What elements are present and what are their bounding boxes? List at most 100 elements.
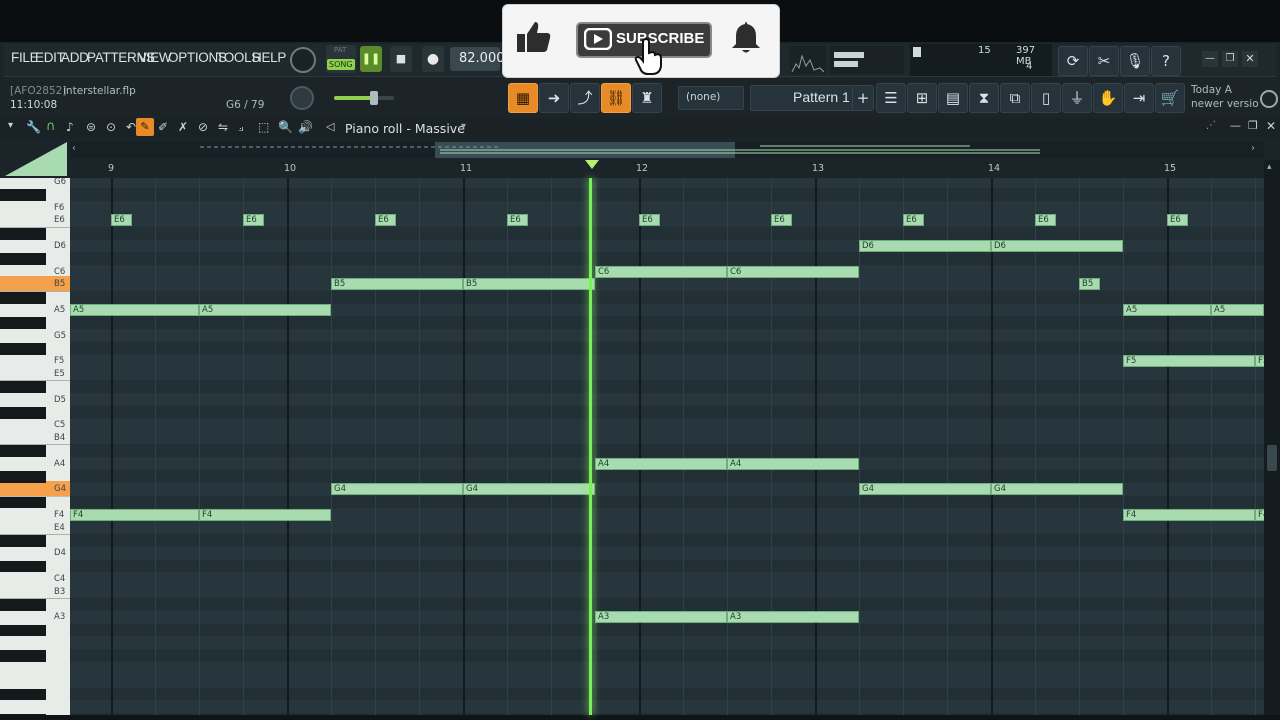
note-f5[interactable]: F5	[1123, 355, 1255, 368]
ruler-right-arrow-icon[interactable]: ›	[1251, 143, 1255, 154]
slip-tool-icon[interactable]: ⇋	[218, 120, 228, 134]
step-sequencer-icon[interactable]: ⊞	[907, 83, 937, 113]
note-e6[interactable]: E6	[903, 214, 925, 227]
stamp-icon[interactable]: ♜	[632, 83, 662, 113]
note-f4[interactable]: F4	[199, 508, 331, 521]
mute-tool-icon[interactable]: ⊘	[198, 120, 208, 134]
stop-button[interactable]: ■	[390, 46, 412, 72]
note-c6[interactable]: C6	[595, 265, 727, 278]
note-f4[interactable]: F4	[1255, 508, 1264, 521]
master-volume-knob[interactable]	[290, 47, 316, 73]
black-key[interactable]	[0, 560, 46, 573]
select-tool-icon[interactable]: ⬚	[258, 120, 269, 134]
note-e6[interactable]: E6	[243, 214, 265, 227]
scissors-icon[interactable]: ✂	[1089, 46, 1119, 76]
record-button[interactable]: ●	[422, 46, 444, 72]
menu-add[interactable]: ADD	[61, 50, 89, 65]
black-key[interactable]	[0, 407, 46, 419]
refresh-icon[interactable]: ⟳	[1058, 46, 1088, 76]
black-key[interactable]	[0, 714, 46, 715]
black-key[interactable]	[0, 381, 46, 394]
black-key[interactable]	[0, 650, 46, 662]
note-e6[interactable]: E6	[771, 214, 793, 227]
note-g4[interactable]: G4	[859, 483, 991, 496]
note-e6[interactable]: E6	[375, 214, 397, 227]
master-pitch-slider[interactable]	[334, 91, 394, 105]
black-key[interactable]	[0, 445, 46, 458]
minimize-button[interactable]: —	[1202, 51, 1218, 67]
undo-icon[interactable]: ↶	[126, 120, 136, 134]
piano-keyboard[interactable]: G6 F6 E6 D6 C6 B5 A5 G5 F5 E5 D5 C5 B4 A4 G4 F4 E4 D4 C4 B3…	[0, 178, 70, 715]
note-g4[interactable]: G4	[463, 483, 595, 496]
note-b5[interactable]: B5	[463, 278, 595, 291]
note-e6[interactable]: E6	[111, 214, 133, 227]
magnet-icon[interactable]: ∩	[46, 119, 56, 134]
note-a5[interactable]: A5	[70, 304, 199, 316]
vertical-scrollbar[interactable]: ▴	[1264, 160, 1280, 715]
note-f4[interactable]: F4	[70, 508, 199, 521]
playlist-icon[interactable]: ☰	[876, 83, 906, 113]
black-key[interactable]	[0, 291, 46, 304]
zoom-icon[interactable]: 🔍	[278, 120, 293, 134]
note-d6[interactable]: D6	[859, 240, 991, 252]
file-icon[interactable]: ▯	[1031, 83, 1061, 113]
black-key[interactable]	[0, 253, 46, 266]
news-arrow-icon[interactable]	[1260, 90, 1278, 108]
pattern-selector[interactable]: Pattern 1	[750, 85, 854, 111]
mixer-icon[interactable]: ⧗	[969, 83, 999, 113]
overview-strip[interactable]	[70, 142, 1264, 158]
piano-roll-icon[interactable]: ▦	[508, 83, 538, 113]
pr-minimize-button[interactable]: —	[1230, 119, 1241, 132]
channel-rack-icon[interactable]: ▤	[938, 83, 968, 113]
pause-button[interactable]: ❚❚	[360, 46, 382, 72]
title-dropdown-icon[interactable]: ▾	[461, 121, 466, 132]
like-icon[interactable]	[516, 20, 552, 54]
shop-icon[interactable]: 🛒	[1155, 83, 1185, 113]
note-e6[interactable]: E6	[1167, 214, 1189, 227]
add-pattern-icon[interactable]: +	[852, 85, 874, 111]
playhead-marker-icon[interactable]	[585, 160, 599, 169]
scroll-up-icon[interactable]: ▴	[1267, 162, 1272, 172]
note-a4[interactable]: A4	[727, 457, 859, 470]
menu-view[interactable]: VIEW	[138, 50, 172, 65]
help-icon[interactable]: ?	[1151, 46, 1181, 76]
note-e6[interactable]: E6	[1035, 214, 1057, 227]
plugin-icon[interactable]: ⏚	[1062, 83, 1092, 113]
export-icon[interactable]: ⇥	[1124, 83, 1154, 113]
ruler-left-arrow-icon[interactable]: ‹	[72, 143, 76, 154]
menu-help[interactable]: HELP	[252, 50, 286, 65]
microphone-icon[interactable]: 🎙	[1120, 46, 1150, 76]
note-icon[interactable]: ♪	[66, 120, 74, 134]
tempo-display[interactable]: 82.000	[450, 47, 505, 71]
target-arrow-icon[interactable]: ◁	[326, 120, 334, 133]
note-a5[interactable]: A5	[199, 304, 331, 316]
pitch-knob[interactable]	[290, 86, 314, 110]
black-key[interactable]	[0, 317, 46, 330]
pr-close-button[interactable]: ✕	[1266, 119, 1276, 133]
link-icon[interactable]: ⛓	[601, 83, 631, 113]
note-g4[interactable]: G4	[991, 483, 1123, 496]
note-a3[interactable]: A3	[595, 611, 727, 624]
black-key[interactable]	[0, 496, 46, 509]
wrench-icon[interactable]: 🔧	[26, 120, 41, 134]
black-key[interactable]	[0, 471, 46, 483]
pencil-icon[interactable]: ✎	[136, 118, 154, 136]
note-g4[interactable]: G4	[331, 483, 463, 496]
note-f5[interactable]: F5	[1255, 355, 1264, 368]
black-key[interactable]	[0, 227, 46, 240]
close-button[interactable]: ✕	[1242, 51, 1258, 67]
note-a3[interactable]: A3	[727, 611, 859, 624]
note-b5[interactable]: B5	[331, 278, 463, 291]
black-key[interactable]	[0, 189, 46, 202]
performance-icon[interactable]: ✋	[1093, 83, 1123, 113]
pat-song-toggle[interactable]: PAT SONG	[326, 45, 356, 73]
options-arrow-icon[interactable]: ▾	[8, 120, 13, 131]
note-b5[interactable]: B5	[1079, 278, 1101, 291]
speaker-icon[interactable]: 🔊	[298, 120, 313, 134]
restore-button[interactable]: ❐	[1222, 51, 1238, 67]
delete-tool-icon[interactable]: ✗	[178, 120, 188, 134]
bell-icon[interactable]	[730, 20, 762, 54]
pr-restore-button[interactable]: ❐	[1248, 119, 1258, 132]
scroll-thumb[interactable]	[1267, 445, 1277, 471]
note-f4[interactable]: F4	[1123, 508, 1255, 521]
